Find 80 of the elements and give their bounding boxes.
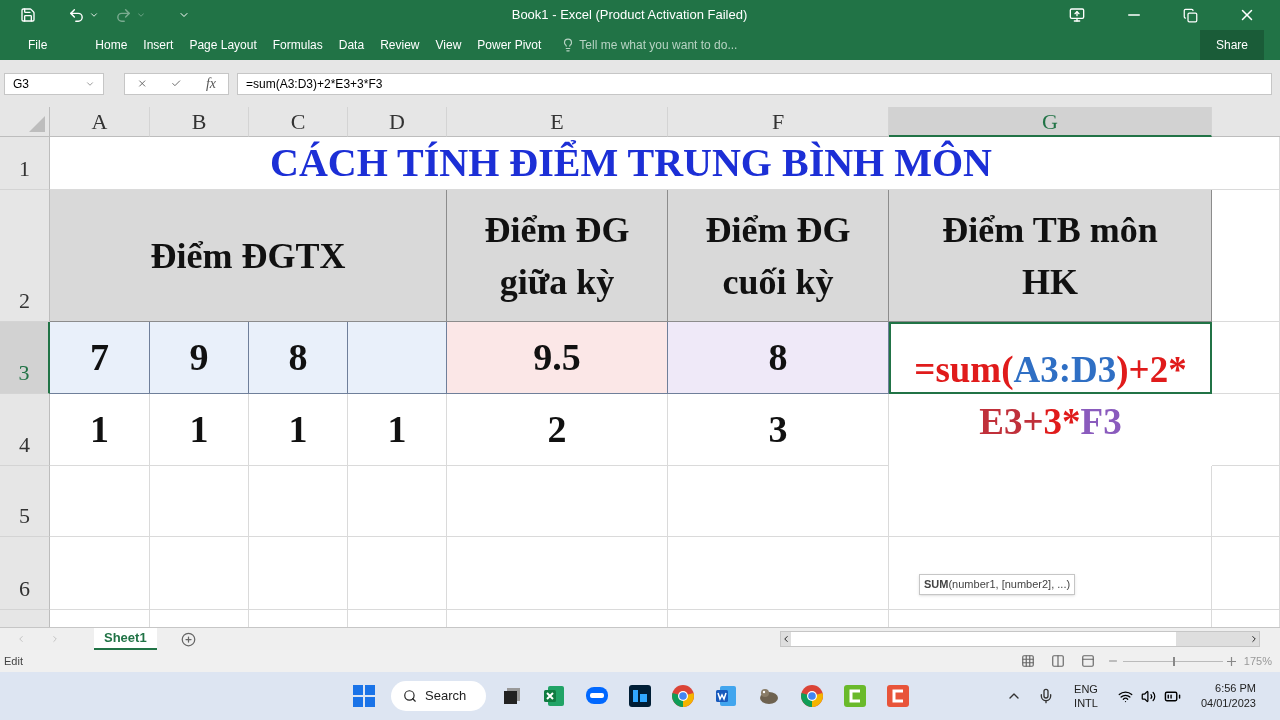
- search-icon: [403, 689, 417, 703]
- scroll-left-icon[interactable]: [781, 634, 791, 644]
- row-header[interactable]: 6: [0, 537, 50, 610]
- header-cell-text: Điểm TB môn HK: [942, 208, 1158, 304]
- task-view-icon[interactable]: [502, 686, 522, 706]
- zoom-in-icon[interactable]: [1226, 656, 1236, 666]
- taskbar-search[interactable]: Search: [391, 681, 486, 711]
- sheet-tab[interactable]: Sheet1: [94, 628, 157, 650]
- ribbon-tab[interactable]: View: [427, 30, 470, 60]
- formula-field[interactable]: =sum(A3:D3)+2*E3+3*F3: [237, 72, 1272, 95]
- column-header[interactable]: F: [668, 107, 889, 137]
- name-box[interactable]: G3: [4, 72, 104, 95]
- column-header[interactable]: D: [348, 107, 447, 137]
- column-header[interactable]: E: [447, 107, 668, 137]
- status-mode: Edit: [4, 653, 23, 669]
- table-cell: 9: [150, 322, 249, 394]
- column-header[interactable]: A: [50, 107, 150, 137]
- ribbon-tab[interactable]: Data: [330, 30, 373, 60]
- volume-icon[interactable]: [1140, 688, 1156, 704]
- row-header[interactable]: 3: [0, 322, 50, 394]
- table-cell-text: 1: [189, 407, 209, 452]
- language-indicator[interactable]: INTL: [1074, 696, 1098, 710]
- row-header[interactable]: 5: [0, 466, 50, 537]
- row-header[interactable]: 2: [0, 190, 50, 322]
- ribbon-tab[interactable]: Home: [87, 30, 136, 60]
- ribbon-tab[interactable]: Power Pivot: [469, 30, 550, 60]
- row-header[interactable]: 4: [0, 394, 50, 466]
- document-app-icon[interactable]: [714, 684, 738, 708]
- sheet-title: CÁCH TÍNH ĐIỂM TRUNG BÌNH MÔN: [270, 139, 992, 187]
- scroll-right-icon[interactable]: [1249, 634, 1259, 644]
- language-indicator[interactable]: ENG: [1074, 682, 1098, 696]
- table-cell: 8: [249, 322, 348, 394]
- ribbon-tab[interactable]: File: [20, 30, 56, 60]
- column-header[interactable]: C: [249, 107, 348, 137]
- table-cell-text: 3: [768, 407, 788, 452]
- zoom-thumb[interactable]: [1172, 656, 1175, 666]
- undo-icon[interactable]: [68, 6, 85, 24]
- table-cell: 7: [50, 322, 150, 394]
- restore-icon[interactable]: [1183, 7, 1198, 23]
- table-cell-text: 2: [547, 407, 567, 452]
- page-break-icon[interactable]: [1080, 654, 1095, 668]
- horizontal-scrollbar[interactable]: [780, 631, 1260, 647]
- insert-function-button[interactable]: fx: [205, 73, 216, 94]
- column-header[interactable]: G: [889, 107, 1212, 137]
- image-editor-app-icon[interactable]: [628, 684, 652, 708]
- ribbon-display-icon[interactable]: [1069, 7, 1085, 23]
- spreadsheet-app-icon[interactable]: [542, 684, 566, 708]
- clock-time[interactable]: 6:56 PM: [1215, 681, 1256, 696]
- page-layout-icon[interactable]: [1050, 654, 1065, 668]
- start-icon[interactable]: [353, 685, 375, 707]
- table-cell-text: 1: [288, 407, 308, 452]
- table-cell-text: 1: [387, 407, 407, 452]
- table-cell-text: 1: [90, 407, 109, 452]
- column-header[interactable]: B: [150, 107, 249, 137]
- cell-formula-text[interactable]: E3+3*F3: [979, 396, 1122, 448]
- tell-me-field[interactable]: Tell me what you want to do...: [561, 36, 738, 54]
- share-button[interactable]: Share: [1199, 30, 1264, 60]
- browser-app-icon[interactable]: [800, 684, 824, 708]
- table-cell: 9.5: [447, 322, 668, 394]
- clock-date[interactable]: 04/01/2023: [1200, 696, 1256, 711]
- ribbon-tab[interactable]: Formulas: [264, 30, 331, 60]
- window-title: Book1 - Excel (Product Activation Failed): [511, 6, 748, 25]
- row-header[interactable]: 1: [0, 137, 50, 190]
- ribbon-tab[interactable]: Review: [372, 30, 428, 60]
- save-icon[interactable]: [20, 7, 36, 23]
- header-cell-text: Điểm ĐG cuối kỳ: [705, 208, 851, 304]
- header-cell-text: Điểm ĐG giữa kỳ: [484, 208, 630, 304]
- recorder-app-icon[interactable]: [843, 684, 867, 708]
- table-cell: 8: [668, 322, 889, 394]
- add-sheet-icon[interactable]: [180, 631, 196, 647]
- function-tooltip: SUM(number1, [number2], ...): [919, 574, 1076, 595]
- browser-app-icon[interactable]: [671, 684, 695, 708]
- corner-triangle-icon: [29, 116, 45, 132]
- ribbon-tab[interactable]: Page Layout: [181, 30, 265, 60]
- header-cell-text: Điểm ĐGTX: [150, 234, 346, 278]
- recorder-app-icon[interactable]: [886, 684, 910, 708]
- wifi-icon[interactable]: [1117, 688, 1133, 704]
- normal-view-icon[interactable]: [1020, 654, 1035, 668]
- ribbon-tab[interactable]: Insert: [135, 30, 182, 60]
- dropdown-icon[interactable]: [89, 10, 99, 20]
